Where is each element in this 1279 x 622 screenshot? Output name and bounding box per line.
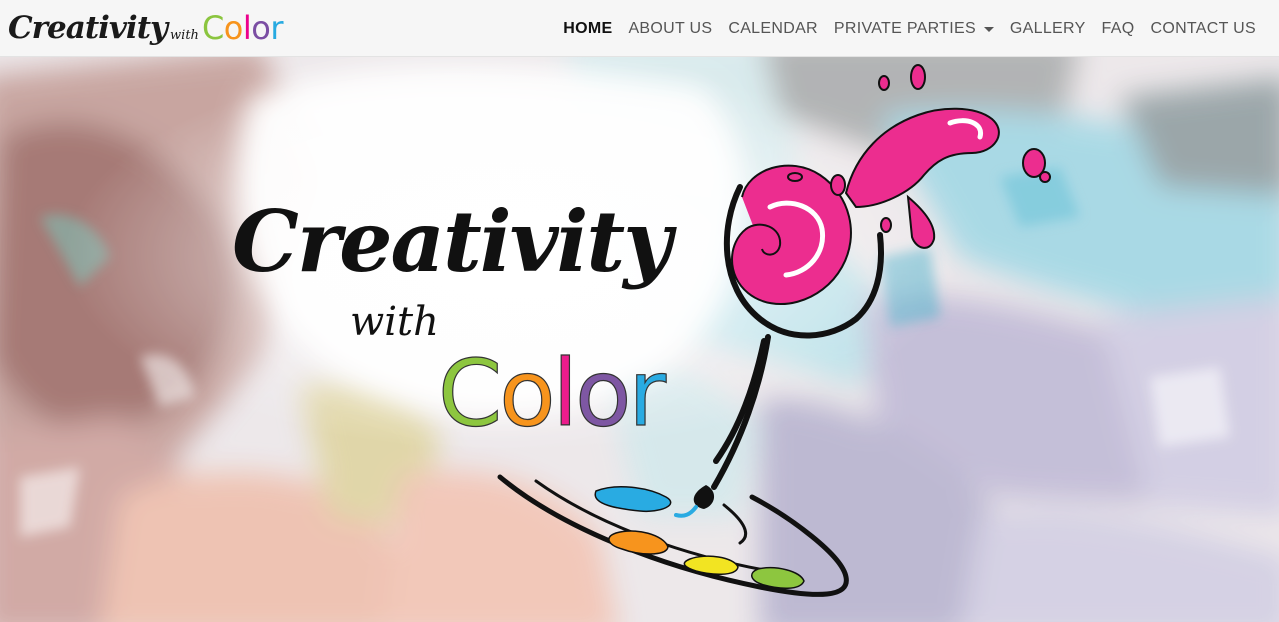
brand-logo-creativity: Creativity [8, 10, 168, 46]
nav-item-about-us[interactable]: ABOUT US [620, 20, 720, 38]
brand-logo-color: Color [201, 9, 284, 47]
nav-item-private-parties[interactable]: PRIVATE PARTIES [826, 20, 1002, 38]
brand-logo-link[interactable]: Creativity with Color [8, 2, 283, 54]
brand-color-letter: o [251, 9, 271, 47]
hero-color-letter: C [438, 340, 499, 447]
hero-color-letter: o [499, 340, 552, 447]
nav-item-contact-us[interactable]: CONTACT US [1142, 20, 1264, 38]
brand-color-letter: l [242, 9, 252, 47]
hero-banner: Creativity with Color [0, 57, 1279, 622]
nav-item-faq[interactable]: FAQ [1094, 20, 1143, 38]
hero-color-letter: l [553, 340, 576, 447]
hero-color-letter: r [628, 340, 666, 447]
nav-item-private-parties-label: PRIVATE PARTIES [833, 19, 976, 37]
hero-logo-with: with [350, 299, 439, 345]
nav-item-gallery[interactable]: GALLERY [1002, 20, 1094, 38]
hero-logo: Creativity with Color [232, 64, 1051, 597]
brand-color-letter: o [223, 9, 244, 47]
brand-color-letter: C [201, 9, 224, 47]
brand-logo-with: with [170, 27, 199, 43]
brand-color-letter: r [270, 9, 283, 47]
main-nav: HOME ABOUT US CALENDAR PRIVATE PARTIES G… [555, 0, 1279, 57]
nav-item-calendar[interactable]: CALENDAR [720, 20, 826, 38]
hero-logo-creativity: Creativity [232, 192, 677, 291]
hero-logo-color: Color [438, 340, 666, 447]
wine-glass-icon [713, 64, 1051, 464]
hero-color-letter: o [575, 340, 628, 447]
caret-down-icon [983, 27, 994, 32]
top-navbar: Creativity with Color HOME ABOUT US CALE… [0, 0, 1279, 57]
nav-item-home[interactable]: HOME [555, 20, 620, 38]
